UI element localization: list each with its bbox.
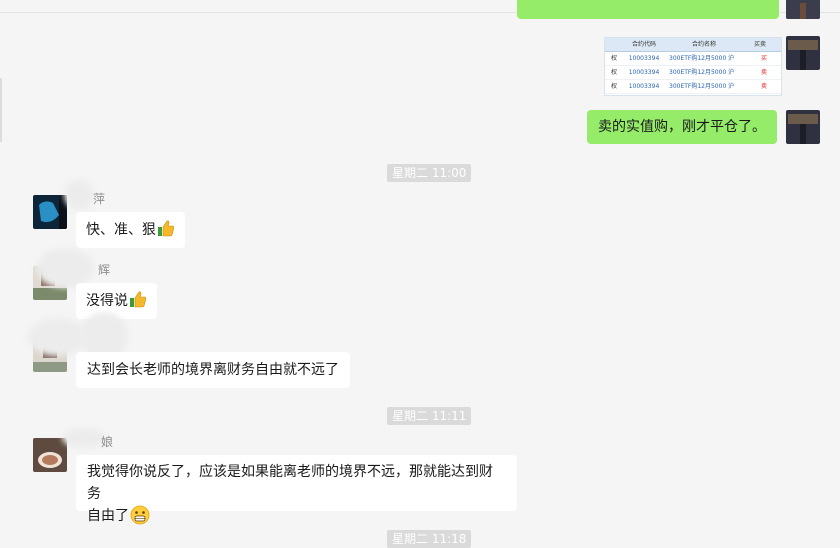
table-cell: 买 — [760, 55, 767, 62]
table-cell: 300ETF购12月5000 沪 — [669, 55, 735, 62]
message-text: 卖的实值购，刚才平仓了。 — [598, 119, 766, 135]
contact-avatar-image — [33, 438, 67, 472]
self-avatar-image — [786, 110, 820, 144]
prev-message-bubble[interactable] — [517, 0, 779, 19]
message-text: 没得说 — [86, 293, 128, 309]
thumbs-up-icon — [158, 220, 174, 237]
table-header-side: 买卖 — [753, 41, 766, 48]
message-text: 自由了 — [87, 508, 129, 524]
table-cell: 300ETF购12月5000 沪 — [669, 83, 735, 90]
self-avatar[interactable] — [786, 0, 820, 19]
timestamp: 星期二 11:00 — [387, 164, 472, 182]
blurred-name-overlay — [36, 248, 94, 288]
contact-avatar-image — [33, 195, 67, 229]
table-header: 合约代码 合约名称 买卖 — [605, 38, 781, 52]
table-cell: 卖 — [760, 69, 767, 76]
timestamp: 星期二 11:18 — [387, 530, 472, 548]
table-cell: 卖 — [760, 83, 767, 90]
table-row: 权 10003394 300ETF购12月5000 沪 买 — [605, 52, 781, 66]
table-cell: 权 — [610, 69, 617, 76]
table-cell: 10003394 — [628, 69, 660, 76]
message-bubble-contact[interactable]: 没得说 — [76, 283, 157, 319]
message-text: 达到会长老师的境界离财务自由就不远了 — [87, 362, 339, 378]
table-cell: 10003394 — [628, 83, 660, 90]
blurred-name-overlay — [28, 318, 86, 356]
self-avatar[interactable] — [786, 36, 820, 70]
self-avatar-image — [786, 36, 820, 70]
message-bubble-contact[interactable]: 快、准、狠 — [76, 212, 185, 248]
grin-emoji-icon — [130, 505, 150, 525]
message-text-line2: 自由了 — [87, 505, 506, 527]
table-header-code: 合约代码 — [631, 41, 656, 48]
thumbs-up-icon — [130, 291, 146, 308]
message-bubble-contact[interactable]: 我觉得你说反了，应该是如果能离老师的境界不远，那就能达到财务 自由了 — [76, 455, 517, 525]
blurred-name-overlay — [62, 428, 106, 448]
table-row: 权 10003394 300ETF购12月5000 沪 卖 — [605, 66, 781, 80]
trade-table-image[interactable]: 合约代码 合约名称 买卖 权 10003394 300ETF购12月5000 沪… — [604, 37, 782, 96]
sender-name: 辉 — [98, 263, 111, 277]
self-avatar[interactable] — [786, 110, 820, 144]
contact-avatar[interactable] — [33, 438, 67, 472]
table-cell: 300ETF购12月5000 沪 — [669, 69, 735, 76]
table-header-name: 合约名称 — [691, 41, 716, 48]
sender-name: 萍 — [93, 192, 106, 206]
message-text: 我觉得你说反了，应该是如果能离老师的境界不远，那就能达到财务 — [87, 464, 493, 502]
table-cell: 10003394 — [628, 55, 660, 62]
contact-avatar[interactable] — [33, 195, 67, 229]
table-cell: 权 — [610, 83, 617, 90]
message-text: 快、准、狠 — [86, 222, 156, 238]
table-cell: 权 — [610, 55, 617, 62]
table-row: 权 10003394 300ETF购12月5000 沪 卖 — [605, 80, 781, 94]
message-bubble-contact[interactable]: 达到会长老师的境界离财务自由就不远了 — [76, 352, 350, 388]
left-scrollbar[interactable] — [0, 78, 2, 142]
timestamp: 星期二 11:11 — [387, 407, 472, 425]
self-avatar-image — [786, 0, 820, 19]
message-bubble-self[interactable]: 卖的实值购，刚才平仓了。 — [587, 110, 777, 144]
sender-name: 娘 — [101, 435, 114, 449]
blurred-name-overlay — [64, 180, 94, 210]
